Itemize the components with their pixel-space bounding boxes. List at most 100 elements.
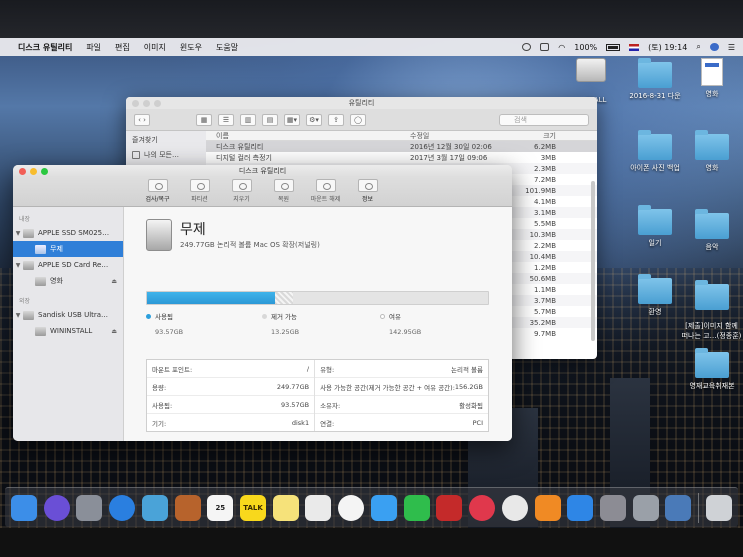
file-size: 3.1MB <box>534 208 556 217</box>
disclosure-triangle-icon[interactable]: ▼ <box>13 262 23 269</box>
finder-scrollbar[interactable] <box>591 181 595 341</box>
photos-icon[interactable] <box>338 494 365 521</box>
battery-percent[interactable]: 100% <box>574 43 597 52</box>
messages-icon[interactable] <box>370 494 397 521</box>
column-view-button[interactable]: ▥ <box>240 113 256 126</box>
column-size[interactable]: 크기 <box>514 131 564 141</box>
minimize-button[interactable] <box>30 168 37 175</box>
safari-icon[interactable] <box>109 494 136 521</box>
partition-button[interactable]: 파티션 <box>185 179 215 206</box>
facetime-icon[interactable] <box>403 494 430 521</box>
desktop-icon-label: [제출]이미지 함께 떠나는 고…(정종훈) <box>681 322 742 340</box>
trash-icon[interactable] <box>705 494 732 521</box>
desktop-folder[interactable]: 2016-8-31 다운 <box>620 58 690 101</box>
icon-view-button[interactable]: ▦ <box>196 113 212 126</box>
siri-icon[interactable] <box>43 494 70 521</box>
info-column-right: 유형: 논리적 볼륨 사용 가능한 공간(제거 가능한 공간 + 여유 공간): 15… <box>314 360 488 431</box>
siri-icon[interactable] <box>709 43 719 51</box>
desktop-folder[interactable]: 영재교육취재본 <box>682 348 742 391</box>
file-size: 35.2MB <box>529 318 556 327</box>
system-preferences-icon[interactable] <box>599 494 626 521</box>
ibooks-icon[interactable] <box>534 494 561 521</box>
desktop-document[interactable]: 영화 <box>682 58 742 99</box>
menu-file[interactable]: 파일 <box>86 42 101 53</box>
legend-purgeable-label: 제거 가능 <box>271 313 297 321</box>
menu-clock[interactable]: (토) 19:14 <box>648 42 687 53</box>
disk-utility-titlebar[interactable]: 디스크 유틸리티 <box>13 165 512 177</box>
notification-center-icon[interactable]: ☰ <box>728 43 735 52</box>
photos-app-icon[interactable] <box>305 494 332 521</box>
stickies-icon[interactable] <box>272 494 299 521</box>
preview-icon[interactable] <box>141 494 168 521</box>
close-button[interactable] <box>132 100 139 107</box>
back-forward-button[interactable]: ‹ › <box>134 113 150 126</box>
finder-icon[interactable] <box>11 494 37 521</box>
sidebar-volume-untitled[interactable]: 무제 <box>13 241 123 257</box>
unmount-button[interactable]: 마운트 해제 <box>311 179 341 206</box>
airplay-icon[interactable] <box>540 43 550 51</box>
tag-button[interactable]: ◯ <box>350 113 366 126</box>
kakaotalk-icon[interactable]: TALK <box>240 494 267 521</box>
app-store-icon[interactable] <box>567 494 594 521</box>
finder-toolbar: ‹ › ▦ ☰ ▥ ▤ ▦▾ ⚙▾ ⇪ ◯ 검색 <box>126 109 597 131</box>
erase-button[interactable]: 지우기 <box>227 179 257 206</box>
itunes-icon[interactable] <box>501 494 528 521</box>
desktop-icon-label: 2016-8-31 다운 <box>629 92 681 100</box>
zoom-button[interactable] <box>154 100 161 107</box>
menu-image[interactable]: 이미지 <box>144 42 166 53</box>
disk-utility-icon[interactable] <box>632 494 659 521</box>
itunes-radio-icon[interactable] <box>469 494 496 521</box>
launchpad-icon[interactable] <box>76 494 103 521</box>
file-row[interactable]: 디지털 컬러 측정기 2017년 3월 17일 09:06 3MB <box>206 152 597 163</box>
battery-icon[interactable] <box>606 43 621 51</box>
zoom-button[interactable] <box>41 168 48 175</box>
desktop-folder[interactable]: [제출]이미지 함께 떠나는 고…(정종훈) <box>680 276 743 341</box>
sidebar-item-all-files[interactable]: 나의 모든… <box>132 150 200 160</box>
menu-app-name[interactable]: 디스크 유틸리티 <box>18 42 72 53</box>
file-row[interactable]: 디스크 유틸리티 2016년 12월 30일 02:06 6.2MB <box>206 141 597 152</box>
sidebar-disk-sd-card[interactable]: ▼ APPLE SD Card Re… <box>13 257 123 273</box>
arrange-button[interactable]: ▦▾ <box>284 113 300 126</box>
menu-edit[interactable]: 편집 <box>115 42 130 53</box>
column-name[interactable]: 이름 <box>206 131 406 141</box>
action-gear-button[interactable]: ⚙▾ <box>306 113 322 126</box>
list-view-button[interactable]: ☰ <box>218 113 234 126</box>
document-icon <box>701 58 723 86</box>
first-aid-button[interactable]: 검사/복구 <box>143 179 173 206</box>
share-button[interactable]: ⇪ <box>328 113 344 126</box>
all-files-icon <box>132 151 140 159</box>
sidebar-disk-sandisk-usb[interactable]: ▼ Sandisk USB Ultra… <box>13 307 123 323</box>
gallery-view-button[interactable]: ▤ <box>262 113 278 126</box>
sidebar-volume-movie[interactable]: 영화 ⏏ <box>13 273 123 289</box>
input-source-flag-icon[interactable] <box>629 43 640 51</box>
notes-book-icon[interactable] <box>174 494 201 521</box>
minimize-button[interactable] <box>143 100 150 107</box>
finder-titlebar[interactable]: 유틸리티 <box>126 97 597 109</box>
desktop-folder[interactable]: 영화 <box>682 130 742 173</box>
calendar-icon[interactable]: 25 <box>207 494 234 521</box>
sidebar-volume-wininstall[interactable]: WININSTALL ⏏ <box>13 323 123 339</box>
menu-help[interactable]: 도움말 <box>216 42 238 53</box>
finder-search-field[interactable]: 검색 <box>499 113 589 126</box>
eject-icon[interactable]: ⏏ <box>111 328 117 335</box>
desktop-disk-icon[interactable] <box>556 58 626 85</box>
wifi-icon[interactable]: ◠ <box>558 43 565 52</box>
sidebar-disk-apple-ssd[interactable]: ▼ APPLE SSD SM025… <box>13 225 123 241</box>
disclosure-triangle-icon[interactable]: ▼ <box>13 312 23 319</box>
legend-purgeable: 제거 가능 13.25GB <box>262 311 299 336</box>
restore-button[interactable]: 복원 <box>269 179 299 206</box>
time-machine-icon[interactable] <box>522 43 532 51</box>
desktop-folder[interactable]: 아이폰 사진 백업 <box>620 130 690 173</box>
column-date[interactable]: 수정일 <box>406 131 514 141</box>
notes-blue-icon[interactable] <box>665 494 692 521</box>
eject-icon[interactable]: ⏏ <box>111 278 117 285</box>
spotlight-icon[interactable]: ⌕ <box>696 42 700 52</box>
photo-booth-icon[interactable] <box>436 494 463 521</box>
info-button[interactable]: 정보 <box>353 179 383 206</box>
menu-window[interactable]: 윈도우 <box>180 42 202 53</box>
close-button[interactable] <box>19 168 26 175</box>
file-size: 5.7MB <box>534 307 556 316</box>
desktop-folder[interactable]: 음악 <box>682 209 742 252</box>
disclosure-triangle-icon[interactable]: ▼ <box>13 230 23 237</box>
desktop-folder[interactable]: 일기 <box>620 205 690 248</box>
